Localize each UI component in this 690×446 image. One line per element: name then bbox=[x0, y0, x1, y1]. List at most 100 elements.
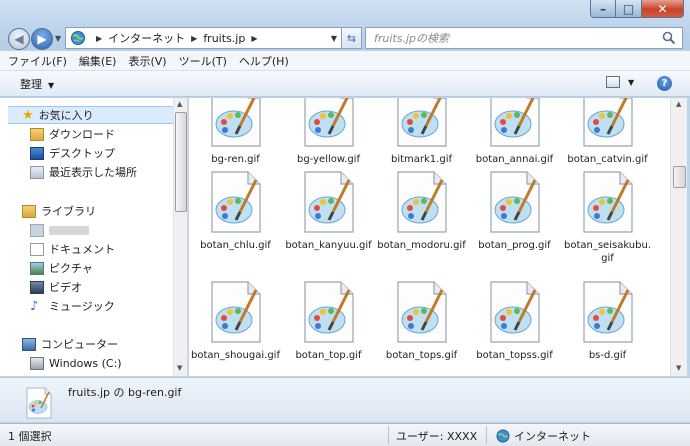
file-item[interactable]: bg-ren.gif bbox=[189, 98, 282, 166]
search-box[interactable]: fruits.jpの検索 bbox=[365, 27, 683, 49]
file-item[interactable]: bs-d.gif bbox=[561, 280, 654, 362]
gif-file-icon bbox=[210, 280, 262, 344]
nav-computer[interactable]: コンピューター bbox=[22, 335, 118, 353]
file-item[interactable]: botan_top.gif bbox=[282, 280, 375, 362]
gif-file-icon bbox=[582, 98, 634, 148]
menu-edit[interactable]: 編集(E) bbox=[79, 53, 117, 69]
file-item[interactable]: bg-yellow.gif bbox=[282, 98, 375, 166]
search-icon[interactable] bbox=[662, 31, 676, 45]
nav-music[interactable]: ♪ ミュージック bbox=[30, 297, 115, 315]
gif-file-icon bbox=[396, 98, 448, 148]
breadcrumb-site[interactable]: fruits.jp bbox=[203, 32, 245, 45]
gif-file-icon bbox=[582, 170, 634, 234]
gif-file-icon bbox=[303, 98, 355, 148]
command-bar: 整理 ▼ ▼ ? bbox=[0, 71, 690, 97]
file-name: botan_chlu.gif bbox=[200, 240, 271, 251]
nav-label: 最近表示した場所 bbox=[49, 166, 137, 179]
file-name: bg-yellow.gif bbox=[297, 154, 360, 165]
content-scroll-thumb[interactable] bbox=[673, 166, 686, 188]
gif-file-icon bbox=[396, 280, 448, 344]
file-item[interactable]: botan_modoru.gif bbox=[375, 170, 468, 252]
file-name: botan_prog.gif bbox=[478, 240, 551, 251]
nav-desktop[interactable]: デスクトップ bbox=[30, 144, 115, 162]
nav-documents[interactable]: ドキュメント bbox=[30, 240, 115, 258]
file-item[interactable]: botan_chlu.gif bbox=[189, 170, 282, 252]
forward-button[interactable]: ▶ bbox=[31, 28, 53, 50]
search-placeholder: fruits.jpの検索 bbox=[374, 32, 450, 45]
file-item[interactable]: botan_prog.gif bbox=[468, 170, 561, 252]
address-bar[interactable]: ▶ インターネット ▶ fruits.jp ▶ ▼ bbox=[65, 27, 342, 49]
internet-globe-icon bbox=[496, 429, 510, 443]
nav-recent-places[interactable]: 最近表示した場所 bbox=[30, 163, 137, 181]
caption-buttons: – □ ✕ bbox=[590, 0, 684, 18]
file-item[interactable]: botan_kanyuu.gif bbox=[282, 170, 375, 252]
security-zone: インターネット bbox=[496, 428, 591, 444]
content-scrollbar[interactable]: ▲ ▼ bbox=[670, 98, 687, 376]
file-name: botan_catvin.gif bbox=[567, 154, 648, 165]
file-name: botan_annai.gif bbox=[475, 154, 554, 165]
nav-label: ビデオ bbox=[49, 281, 82, 294]
nav-windows-c[interactable]: Windows (C:) bbox=[30, 354, 122, 372]
file-name: botan_seisakubu.gif bbox=[563, 240, 652, 264]
nav-label: コンピューター bbox=[41, 338, 118, 351]
file-item[interactable]: botan_catvin.gif bbox=[561, 98, 654, 166]
nav-favorites[interactable]: ★ お気に入り bbox=[8, 106, 174, 124]
file-item[interactable]: botan_seisakubu.gif bbox=[561, 170, 654, 265]
gif-file-icon bbox=[489, 280, 541, 344]
breadcrumb-internet[interactable]: インターネット bbox=[108, 30, 185, 46]
menu-tools[interactable]: ツール(T) bbox=[179, 53, 227, 69]
navigation-pane: ★ お気に入り ダウンロード デスクトップ 最近表示した場所 ライブラリ ドキュ… bbox=[0, 98, 188, 376]
breadcrumb-arrow-icon: ▶ bbox=[96, 33, 103, 43]
pictures-icon bbox=[30, 261, 44, 275]
file-name: botan_topss.gif bbox=[476, 350, 553, 361]
gif-file-icon bbox=[303, 280, 355, 344]
chevron-down-icon[interactable]: ▼ bbox=[628, 78, 634, 87]
nav-library-blurred[interactable] bbox=[30, 221, 89, 239]
nav-scroll-thumb[interactable] bbox=[175, 112, 187, 212]
nav-libraries[interactable]: ライブラリ bbox=[22, 202, 96, 220]
nav-label: ライブラリ bbox=[41, 205, 96, 218]
nav-downloads[interactable]: ダウンロード bbox=[30, 125, 115, 143]
library-item-icon bbox=[30, 223, 44, 237]
file-item[interactable]: botan_annai.gif bbox=[468, 98, 561, 166]
file-item[interactable]: botan_topss.gif bbox=[468, 280, 561, 362]
recent-pages-dropdown[interactable]: ▼ bbox=[55, 34, 61, 43]
menu-help[interactable]: ヘルプ(H) bbox=[239, 53, 289, 69]
chevron-down-icon: ▼ bbox=[48, 80, 55, 90]
back-button[interactable]: ◀ bbox=[8, 28, 30, 50]
recent-places-icon bbox=[30, 165, 44, 179]
nav-label: お気に入り bbox=[38, 109, 94, 122]
star-icon: ★ bbox=[22, 107, 34, 123]
file-item[interactable]: botan_tops.gif bbox=[375, 280, 468, 362]
menu-view[interactable]: 表示(V) bbox=[128, 53, 166, 69]
maximize-button[interactable]: □ bbox=[616, 0, 642, 18]
gif-file-icon bbox=[396, 170, 448, 234]
user-label: ユーザー: XXXX bbox=[396, 430, 478, 443]
menu-file[interactable]: ファイル(F) bbox=[8, 53, 67, 69]
scroll-down-icon[interactable]: ▼ bbox=[177, 364, 182, 372]
gif-file-icon bbox=[489, 98, 541, 148]
scroll-up-icon[interactable]: ▲ bbox=[177, 100, 182, 108]
address-dropdown-icon[interactable]: ▼ bbox=[331, 34, 337, 43]
menu-bar: ファイル(F) 編集(E) 表示(V) ツール(T) ヘルプ(H) bbox=[0, 51, 690, 71]
nav-videos[interactable]: ビデオ bbox=[30, 278, 82, 296]
help-button[interactable]: ? bbox=[657, 76, 672, 91]
change-view-button[interactable]: ▼ bbox=[606, 76, 634, 88]
scroll-down-icon[interactable]: ▼ bbox=[676, 364, 681, 372]
scroll-up-icon[interactable]: ▲ bbox=[676, 100, 681, 108]
file-name: botan_kanyuu.gif bbox=[285, 240, 372, 251]
gif-file-icon bbox=[210, 170, 262, 234]
file-item[interactable]: bitmark1.gif bbox=[375, 98, 468, 166]
minimize-button[interactable]: – bbox=[590, 0, 616, 18]
file-item[interactable]: botan_shougai.gif bbox=[189, 280, 282, 362]
organize-button[interactable]: 整理 ▼ bbox=[20, 76, 54, 92]
blurred-label bbox=[49, 225, 89, 235]
refresh-button[interactable]: ⇆ bbox=[342, 27, 362, 49]
nav-pictures[interactable]: ピクチャ bbox=[30, 259, 93, 277]
gif-file-icon bbox=[210, 98, 262, 148]
breadcrumb-arrow-icon: ▶ bbox=[251, 33, 258, 43]
music-icon: ♪ bbox=[30, 298, 39, 314]
nav-label: Windows (C:) bbox=[49, 356, 122, 370]
close-button[interactable]: ✕ bbox=[642, 0, 684, 18]
nav-scrollbar[interactable]: ▲ ▼ bbox=[173, 98, 187, 376]
